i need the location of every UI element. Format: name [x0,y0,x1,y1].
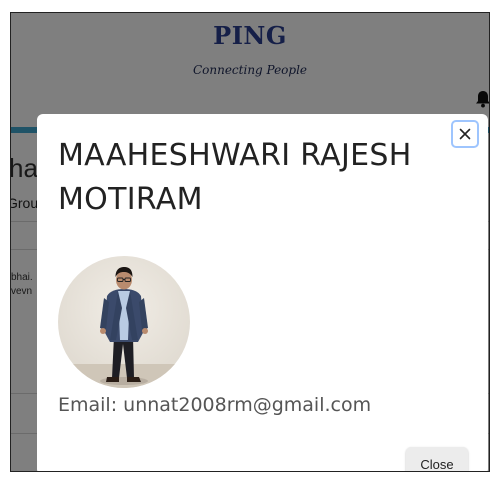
modal-title: MAAHESHWARI RAJESH MOTIRAM [58,138,412,217]
app-frame: PING Connecting People ha Grou bhai. vev… [10,12,490,472]
profile-modal: MAAHESHWARI RAJESH MOTIRAM Email: unnat2… [37,114,488,471]
close-button[interactable]: Close [406,447,468,471]
close-icon [459,128,471,140]
modal-close-x-button[interactable] [451,120,479,148]
profile-avatar [58,256,190,388]
profile-email: Email: unnat2008rm@gmail.com [58,394,372,416]
